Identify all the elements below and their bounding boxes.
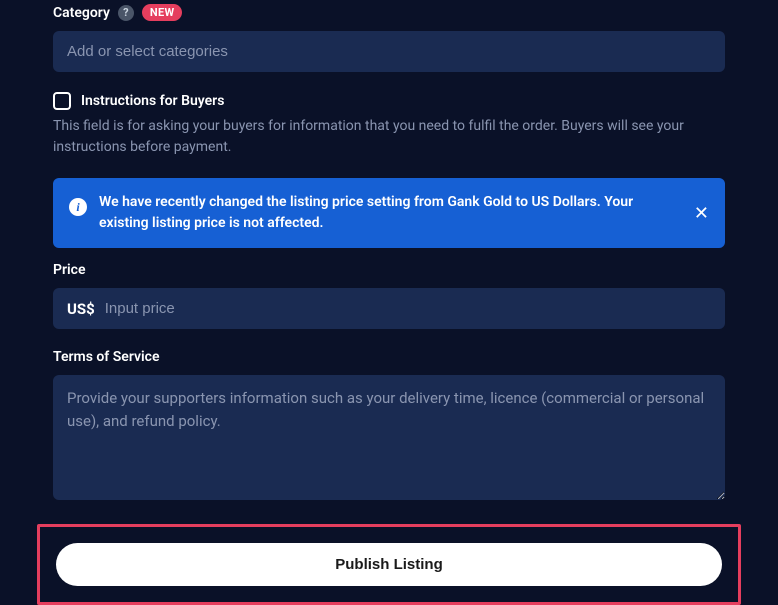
currency-prefix: US$ [67,300,95,318]
category-section: Category ? NEW [53,0,725,72]
instructions-checkbox[interactable] [53,92,71,110]
info-icon: i [69,198,87,216]
category-label-row: Category ? NEW [53,4,725,21]
tos-textarea[interactable] [53,375,725,500]
info-banner: i We have recently changed the listing p… [53,178,725,248]
price-label: Price [53,262,86,278]
price-input-wrap: US$ [53,288,725,329]
tos-label-row: Terms of Service [53,349,725,365]
help-icon[interactable]: ? [118,5,134,21]
category-label: Category [53,5,110,21]
publish-button[interactable]: Publish Listing [56,543,722,586]
price-label-row: Price [53,262,725,278]
price-input[interactable] [105,288,711,329]
instructions-helper: This field is for asking your buyers for… [53,116,725,158]
publish-highlight: Publish Listing [37,524,741,605]
instructions-label: Instructions for Buyers [81,93,224,109]
category-input[interactable] [53,31,725,72]
info-banner-text: We have recently changed the listing pri… [99,192,682,234]
instructions-checkbox-row: Instructions for Buyers [53,92,725,110]
instructions-section: Instructions for Buyers This field is fo… [53,92,725,158]
price-section: Price US$ [53,262,725,329]
new-badge: NEW [142,4,182,21]
close-icon[interactable]: ✕ [694,204,709,222]
tos-label: Terms of Service [53,349,159,365]
tos-section: Terms of Service [53,349,725,504]
